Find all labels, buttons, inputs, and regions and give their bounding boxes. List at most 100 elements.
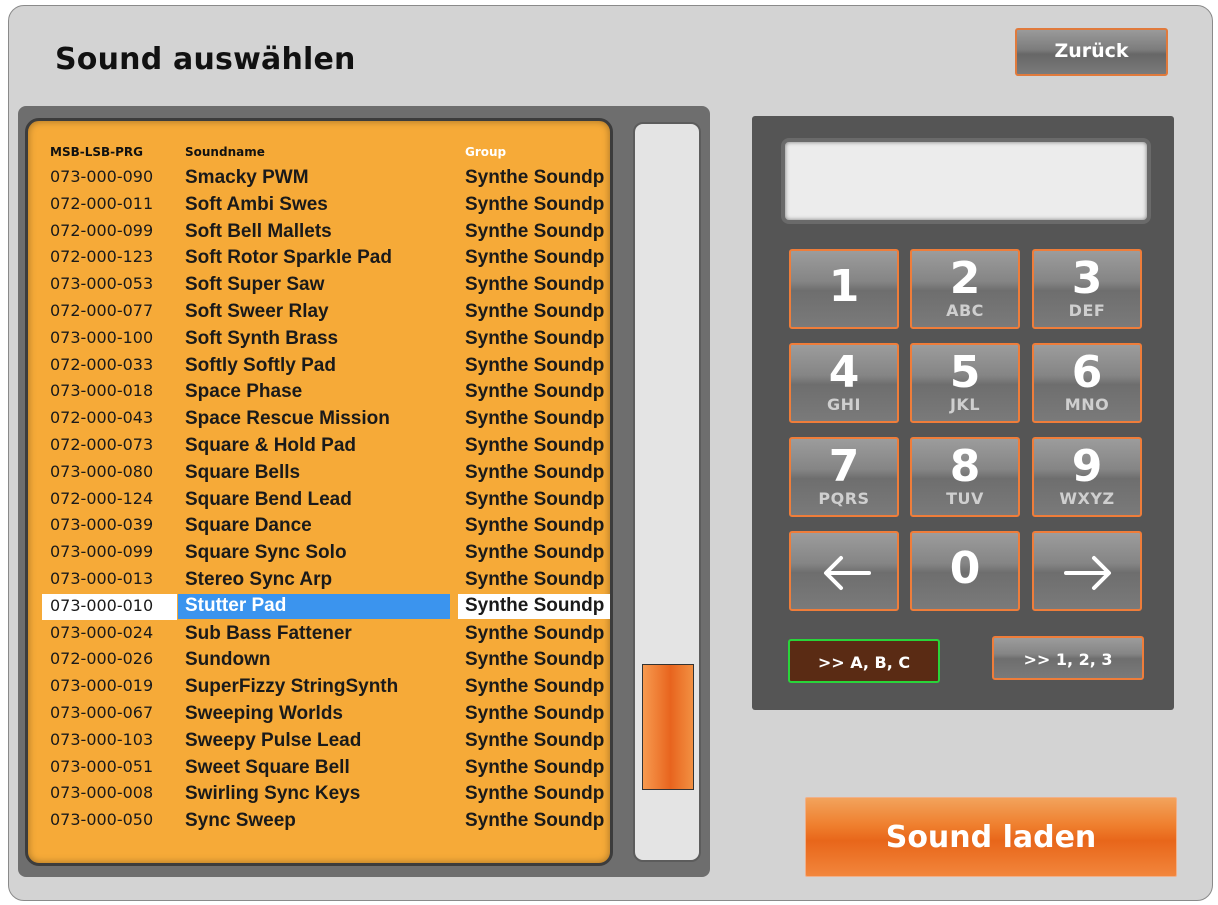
key-1-digit: 1 [828,261,860,312]
sound-name: Square Dance [185,515,312,537]
sound-group: Synthe Soundp [458,593,610,619]
mode-abc-button[interactable]: >> A, B, C [788,639,940,683]
list-item[interactable]: 072-000-043 Space Rescue Mission Synthe So… [28,406,610,433]
list-item[interactable]: 073-000-008 Swirling Sync Keys Synthe Soun… [28,781,610,808]
key-2-letters: ABC [946,301,984,320]
sound-id: 072-000-033 [50,354,154,374]
sound-name: Smacky PWM [185,167,309,188]
key-0[interactable]: 0 [910,531,1020,611]
key-2-digit: 2 [949,253,981,304]
list-item[interactable]: 072-000-099 Soft Bell Mallets Synthe Sound… [28,219,610,246]
sound-name: Stereo Sync Arp [185,568,333,590]
key-2[interactable]: 2 ABC [910,249,1020,329]
sound-name: Square Bend Lead [185,488,352,510]
key-left[interactable] [789,531,899,611]
back-button[interactable]: Zurück [1015,28,1168,76]
list-item[interactable]: 072-000-011 Soft Ambi Swes Synthe Soundp [28,192,610,219]
sound-group: Synthe Soundp [465,220,605,242]
sound-group: Synthe Soundp [465,327,605,349]
list-item[interactable]: 073-000-050 Sync Sweep Synthe Soundp [28,808,610,835]
sound-id: 073-000-103 [50,729,154,749]
sound-name: Soft Synth Brass [185,327,339,349]
list-header: MSB-LSB-PRG Soundname Group [28,145,610,163]
sound-group: Synthe Soundp [465,488,605,510]
key-4-letters: GHI [827,395,861,414]
key-right[interactable] [1032,531,1142,611]
sound-name: Sweepy Pulse Lead [185,729,362,751]
key-4[interactable]: 4 GHI [789,343,899,423]
list-item[interactable]: 073-000-090 Smacky PWM Synthe Soundp [28,165,610,192]
sound-id: 073-000-018 [50,381,154,401]
sound-group: Synthe Soundp [465,247,605,269]
sound-name: Sundown [185,649,271,671]
sound-group: Synthe Soundp [465,193,605,215]
sound-list[interactable]: MSB-LSB-PRG Soundname Group 073-000-090 S… [25,118,613,866]
header-soundname: Soundname [185,145,265,159]
sound-id: 073-000-010 [42,593,177,620]
list-item[interactable]: 072-000-077 Soft Sweer Rlay Synthe Soundp [28,299,610,326]
list-item[interactable]: 072-000-124 Square Bend Lead Synthe Soundp [28,487,610,514]
sound-id: 073-000-039 [50,515,154,535]
sound-id: 073-000-050 [50,810,154,830]
sound-id: 073-000-051 [50,756,154,776]
sound-name: Sync Sweep [185,810,296,832]
key-7-letters: PQRS [818,489,870,508]
key-8[interactable]: 8 TUV [910,437,1020,517]
load-sound-button[interactable]: Sound laden [805,797,1177,877]
sound-group: Synthe Soundp [465,649,605,671]
list-item[interactable]: 073-000-019 SuperFizzy StringSynth Synthe … [28,674,610,701]
sound-group: Synthe Soundp [465,300,605,322]
list-item[interactable]: 073-000-067 Sweeping Worlds Synthe Soundp [28,701,610,728]
sound-name: Square & Hold Pad [185,434,357,456]
sound-group: Synthe Soundp [465,810,605,832]
key-9[interactable]: 9 WXYZ [1032,437,1142,517]
sound-group: Synthe Soundp [465,461,605,483]
sound-id: 073-000-080 [50,461,154,481]
scrollbar-thumb[interactable] [642,664,694,790]
key-7[interactable]: 7 PQRS [789,437,899,517]
key-6[interactable]: 6 MNO [1032,343,1142,423]
list-item[interactable]: 073-000-013 Stereo Sync Arp Synthe Soundp [28,567,610,594]
sound-group: Synthe Soundp [465,729,605,751]
list-item[interactable]: 072-000-123 Soft Rotor Sparkle Pad Synthe … [28,245,610,272]
sound-name: SuperFizzy StringSynth [185,676,399,698]
sound-name: Stutter Pad [178,593,450,619]
sound-id: 073-000-019 [50,676,154,696]
list-item[interactable]: 073-000-010 Stutter Pad Synthe Soundp [28,593,610,621]
list-item[interactable]: 073-000-100 Soft Synth Brass Synthe Soundp [28,326,610,353]
sound-name: Soft Bell Mallets [185,220,332,242]
list-item[interactable]: 073-000-051 Sweet Square Bell Synthe Sound… [28,755,610,782]
sound-name: Space Phase [185,381,303,403]
list-item[interactable]: 073-000-103 Sweepy Pulse Lead Synthe Sound… [28,728,610,755]
list-item[interactable]: 072-000-033 Softly Softly Pad Synthe Sound… [28,353,610,380]
list-item[interactable]: 072-000-073 Square & Hold Pad Synthe Sound… [28,433,610,460]
sound-id: 072-000-099 [50,220,154,240]
list-item[interactable]: 073-000-099 Square Sync Solo Synthe Soundp [28,540,610,567]
sound-id: 073-000-008 [50,783,154,803]
list-item[interactable]: 073-000-039 Square Dance Synthe Soundp [28,513,610,540]
sound-name: Softly Softly Pad [185,354,336,376]
key-7-digit: 7 [828,441,860,492]
sound-group: Synthe Soundp [465,676,605,698]
list-item[interactable]: 073-000-080 Square Bells Synthe Soundp [28,460,610,487]
sound-name: Space Rescue Mission [185,408,390,430]
sound-group: Synthe Soundp [465,756,605,778]
sound-id: 073-000-090 [50,167,154,186]
sound-id: 072-000-011 [50,193,154,213]
sound-group: Synthe Soundp [465,274,605,296]
mode-123-button[interactable]: >> 1, 2, 3 [992,636,1144,680]
key-5[interactable]: 5 JKL [910,343,1020,423]
key-3-digit: 3 [1071,253,1103,304]
list-item[interactable]: 073-000-018 Space Phase Synthe Soundp [28,379,610,406]
sound-group: Synthe Soundp [465,542,605,564]
sound-name: Square Bells [185,461,301,483]
list-item[interactable]: 072-000-026 Sundown Synthe Soundp [28,647,610,674]
key-8-letters: TUV [946,489,984,508]
key-3[interactable]: 3 DEF [1032,249,1142,329]
sound-id: 072-000-077 [50,300,154,320]
sound-name: Soft Rotor Sparkle Pad [185,247,392,269]
sound-group: Synthe Soundp [465,622,605,644]
key-1[interactable]: 1 [789,249,899,329]
list-item[interactable]: 073-000-024 Sub Bass Fattener Synthe Sound… [28,621,610,648]
list-item[interactable]: 073-000-053 Soft Super Saw Synthe Soundp [28,272,610,299]
